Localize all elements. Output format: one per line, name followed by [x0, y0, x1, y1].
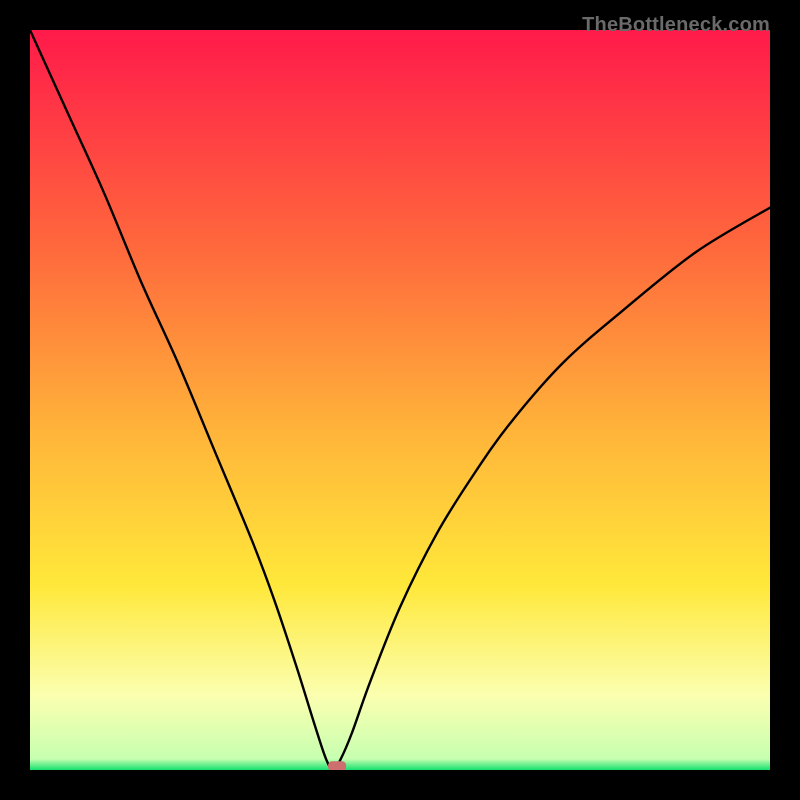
bottleneck-curve — [30, 30, 770, 770]
chart-frame: TheBottleneck.com — [14, 14, 786, 786]
watermark-text: TheBottleneck.com — [582, 14, 770, 37]
plot-area — [30, 30, 770, 770]
dip-marker — [328, 761, 346, 770]
